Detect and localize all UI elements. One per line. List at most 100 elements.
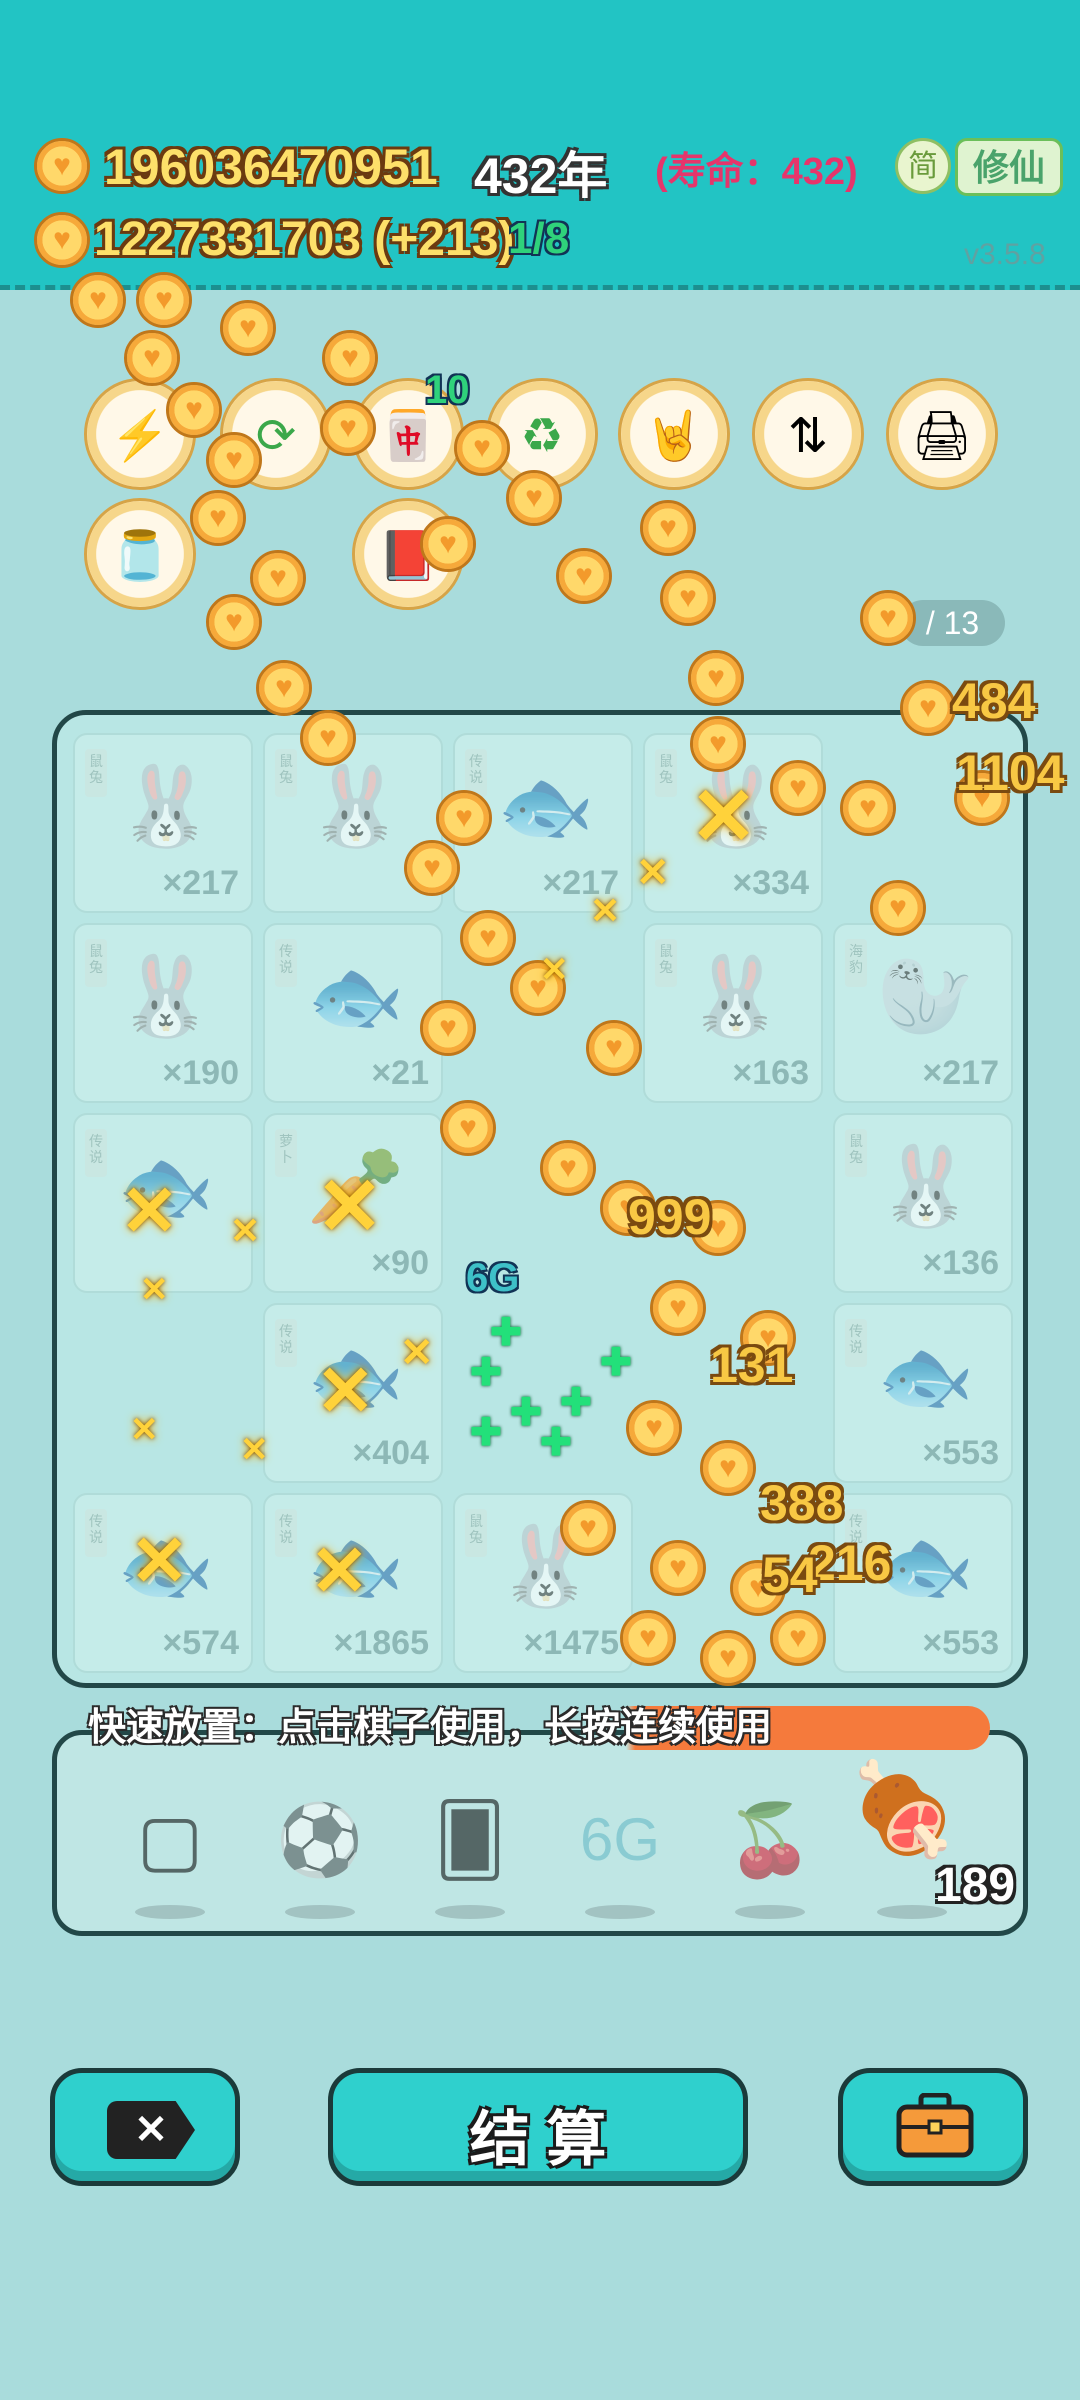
sparkle-effect: ✕ [636, 851, 670, 895]
plus-sparkle: ✚ [470, 1352, 502, 1394]
flying-coin [136, 272, 192, 328]
6g-icon[interactable]: 6G [565, 1785, 675, 1895]
sparkle-effect: ✕ [140, 1271, 169, 1309]
6g-badge: 6G [466, 1256, 520, 1300]
flying-coin [770, 760, 826, 816]
cell-tag: 传说 [275, 939, 297, 987]
board-cell[interactable]: 传说 🐟 ×21 [263, 923, 443, 1103]
coin-rate: 1227331703 (+213) [94, 213, 515, 266]
plus-sparkle: ✚ [600, 1342, 632, 1384]
floating-number: 1104 [956, 745, 1065, 801]
cell-tag: 传说 [275, 1319, 297, 1367]
flying-coin [626, 1400, 682, 1456]
coin-icon [34, 212, 90, 268]
cell-tag: 传说 [845, 1319, 867, 1367]
cell-tag: 鼠兔 [655, 749, 677, 797]
flying-coin [256, 660, 312, 716]
board-cell[interactable]: 传说 🐟 ×553 [833, 1303, 1013, 1483]
item-shadow [135, 1905, 205, 1919]
floating-number: 54 [762, 1547, 818, 1603]
floating-number: 388 [760, 1475, 844, 1531]
flying-coin [690, 716, 746, 772]
board-cell[interactable]: 鼠兔 🐰 ×136 [833, 1113, 1013, 1293]
swap-tool[interactable]: ⇅ [752, 378, 864, 490]
item-shadow [435, 1905, 505, 1919]
floating-number: 999 [628, 1189, 712, 1245]
sparkle-effect: ✕ [130, 1411, 159, 1449]
flying-coin [700, 1630, 756, 1686]
flying-coin [404, 840, 460, 896]
cell-count: ×1475 [523, 1624, 620, 1662]
plus-sparkle: ✚ [470, 1412, 502, 1454]
cell-tag: 鼠兔 [465, 1509, 487, 1557]
cell-count: ×553 [922, 1624, 999, 1662]
flying-coin [770, 1610, 826, 1666]
cell-tag: 鼠兔 [85, 749, 107, 797]
rock-hand-tool[interactable]: 🤘 [618, 378, 730, 490]
ham-icon[interactable]: 🍖 [847, 1755, 959, 1865]
cell-count: ×21 [371, 1054, 429, 1092]
board-cell[interactable]: 海豹 🦭 ×217 [833, 923, 1013, 1103]
flying-coin [620, 1610, 676, 1666]
cell-count: ×1865 [333, 1624, 430, 1662]
flying-coin [454, 420, 510, 476]
cell-tag: 鼠兔 [275, 749, 297, 797]
bag-button[interactable] [838, 2068, 1028, 2186]
board-cell[interactable]: 鼠兔 🐰 ×217 [73, 733, 253, 913]
item-shadow [585, 1905, 655, 1919]
sparkle-effect: ✕ [400, 1331, 434, 1375]
rabbit-icon: 🐰 [307, 762, 405, 850]
board-cell[interactable]: 鼠兔 🐰 ×163 [643, 923, 823, 1103]
flying-coin [206, 594, 262, 650]
year-display: 432年 [474, 148, 608, 204]
rabbit-icon: 🐰 [877, 1142, 975, 1230]
flying-coin [300, 710, 356, 766]
cell-count: ×217 [922, 1054, 999, 1092]
settle-button[interactable]: 结 算 [328, 2068, 748, 2186]
flying-coin [190, 490, 246, 546]
floating-number: 131 [710, 1337, 794, 1393]
rabbit-icon: 🐰 [687, 952, 785, 1040]
plus-sparkle: ✚ [540, 1422, 572, 1464]
flying-coin [70, 272, 126, 328]
item-shadow [285, 1905, 355, 1919]
printer-tool[interactable]: 🖨 [886, 378, 998, 490]
flying-coin [700, 1440, 756, 1496]
exit-button[interactable]: ✕ [50, 2068, 240, 2186]
flying-coin [560, 1500, 616, 1556]
coin-icon [34, 138, 90, 194]
floating-number: 484 [952, 673, 1036, 729]
ball-icon[interactable]: ⚽ [265, 1785, 375, 1895]
cell-tag: 鼠兔 [655, 939, 677, 987]
flying-coin [220, 300, 276, 356]
cell-tag: 鼠兔 [845, 1129, 867, 1177]
briefcase-icon [896, 2093, 974, 2158]
cell-count: ×334 [732, 864, 809, 902]
flying-coin [124, 330, 180, 386]
jar-tool[interactable]: 🫙 [84, 498, 196, 610]
flying-coin [586, 1020, 642, 1076]
koi-icon: 🐟 [877, 1522, 975, 1610]
cell-count: ×217 [162, 864, 239, 902]
cultivate-button[interactable]: 修仙 [955, 138, 1063, 196]
board-cell[interactable]: 鼠兔 🐰 ×190 [73, 923, 253, 1103]
rock-hand-icon: 🤘 [644, 410, 704, 463]
language-toggle-button[interactable]: 简 [895, 138, 951, 194]
top-bar: 196036470951 432年 (寿命：432) 简 修仙 12273317… [0, 0, 1080, 290]
frame-icon[interactable]: ▢ [115, 1785, 225, 1895]
sparkle-effect: ✕ [540, 951, 569, 989]
flying-coin [556, 548, 612, 604]
settle-label: 结 算 [469, 2106, 607, 2173]
quick-place-tip-text: 快速放置：点击棋子使用，长按连续使用 [88, 1707, 773, 1749]
cell-tag: 海豹 [845, 939, 867, 987]
jar-icon: 🫙 [110, 530, 170, 583]
cell-tag: 传说 [85, 1509, 107, 1557]
sparkle-effect: ✕ [316, 1352, 375, 1430]
cell-tag: 传说 [85, 1129, 107, 1177]
koi-icon: 🐟 [307, 952, 405, 1040]
cell-tag: 鼠兔 [85, 939, 107, 987]
level-progress: 1/8 [508, 214, 570, 263]
lychee-icon[interactable]: 🍒 [715, 1785, 825, 1895]
cards-icon[interactable]: 🂠 [415, 1785, 525, 1895]
fan-tool-count: 10 [425, 368, 470, 412]
